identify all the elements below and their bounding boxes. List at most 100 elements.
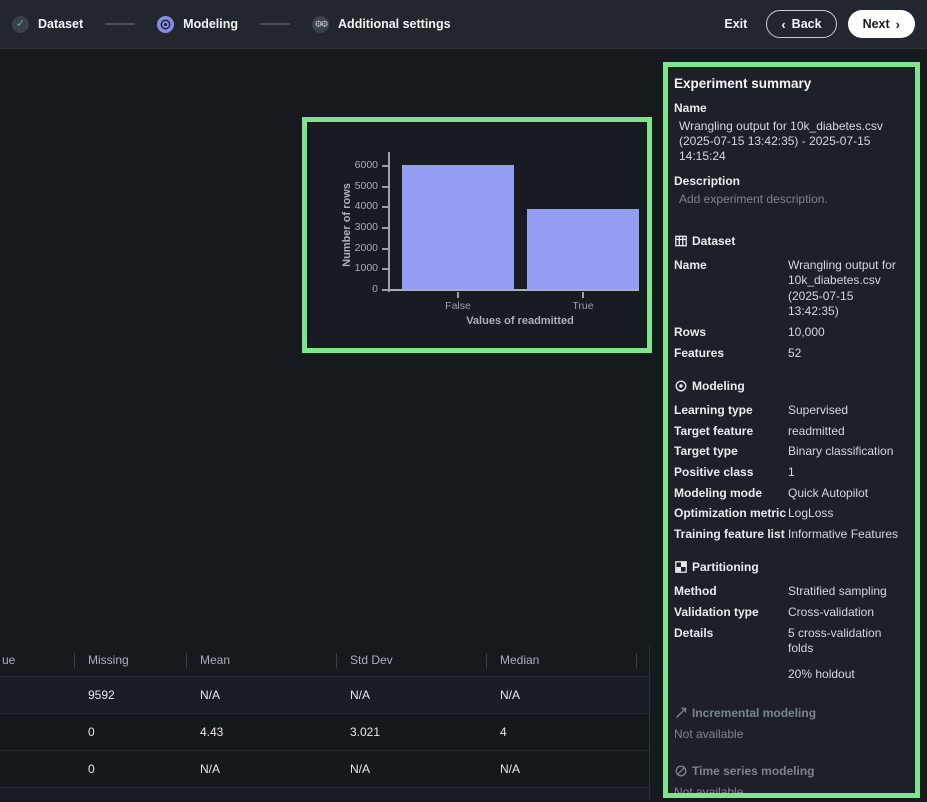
table-row-partial[interactable] xyxy=(0,788,649,801)
incremental-status: Not available xyxy=(674,727,907,741)
x-tick-mark xyxy=(457,292,459,298)
panel-title: Experiment summary xyxy=(674,76,907,91)
cell-mean: N/A xyxy=(187,762,337,776)
top-navigation-bar: ✓ Dataset Modeling ⚙⚙ Additiona xyxy=(0,0,927,49)
kv-row: Target typeBinary classification xyxy=(674,444,907,460)
kv-row: NameWrangling output for 10k_diabetes.cs… xyxy=(674,258,907,320)
description-label: Description xyxy=(674,174,907,188)
y-tick-label: 5000 xyxy=(330,180,378,192)
trend-line-icon xyxy=(674,707,687,720)
step-dataset[interactable]: ✓ Dataset xyxy=(12,16,83,33)
app-screen: ✓ Dataset Modeling ⚙⚙ Additiona xyxy=(0,0,927,802)
stepper-connector xyxy=(260,23,290,25)
y-tick-label: 3000 xyxy=(330,221,378,233)
kv-row: Validation typeCross-validation xyxy=(674,605,907,621)
stepper-connector xyxy=(105,23,135,25)
step-additional-settings-label: Additional settings xyxy=(338,17,451,31)
name-label: Name xyxy=(674,101,907,115)
step-additional-settings[interactable]: ⚙⚙ Additional settings xyxy=(312,16,451,33)
check-circle-icon: ✓ xyxy=(12,16,29,33)
time-series-section-title: Time series modeling xyxy=(692,764,815,778)
dataset-section-title: Dataset xyxy=(692,234,735,248)
table-row[interactable]: 0 N/A N/A N/A xyxy=(0,751,649,788)
column-header-filler xyxy=(637,644,650,676)
y-tick-mark xyxy=(382,248,388,250)
cell-missing: 9592 xyxy=(75,688,187,702)
cell-mean: N/A xyxy=(187,688,337,702)
cell-median: 4 xyxy=(487,725,637,739)
modeling-section: Modeling Learning typeSupervised Target … xyxy=(674,379,907,542)
partition-detail-line: 5 cross-validation folds xyxy=(788,626,907,657)
step-modeling-label: Modeling xyxy=(183,17,238,31)
kv-row: MethodStratified sampling xyxy=(674,584,907,600)
feature-statistics-table: ue Missing Mean Std Dev Median 9592 N/A … xyxy=(0,644,650,801)
column-header-truncated: ue xyxy=(0,644,75,676)
kv-row: Details 5 cross-validation folds 20% hol… xyxy=(674,626,907,683)
bar-true xyxy=(527,209,639,291)
cell-missing: 0 xyxy=(75,725,187,739)
cell-stddev: 3.021 xyxy=(337,725,487,739)
column-header-missing: Missing xyxy=(75,644,187,676)
next-button-label: Next xyxy=(863,17,890,31)
chevron-left-icon: ‹ xyxy=(781,18,785,31)
kv-row: Positive class1 xyxy=(674,465,907,481)
x-axis-line xyxy=(390,289,639,291)
column-header-mean: Mean xyxy=(187,644,337,676)
step-modeling[interactable]: Modeling xyxy=(157,16,238,33)
x-category-label: False xyxy=(445,300,471,312)
dataset-section: Dataset NameWrangling output for 10k_dia… xyxy=(674,234,907,362)
target-icon xyxy=(674,380,687,393)
wizard-stepper: ✓ Dataset Modeling ⚙⚙ Additiona xyxy=(12,16,451,33)
y-tick-label: 1000 xyxy=(330,262,378,274)
kv-row: Features52 xyxy=(674,346,907,362)
back-button[interactable]: ‹ Back xyxy=(766,10,836,38)
column-header-stddev: Std Dev xyxy=(337,644,487,676)
y-tick-mark xyxy=(382,186,388,188)
experiment-summary-panel: Experiment summary Name Wrangling output… xyxy=(663,62,920,798)
kv-row: Training feature listInformative Feature… xyxy=(674,527,907,543)
y-tick-label: 4000 xyxy=(330,200,378,212)
y-tick-mark xyxy=(382,165,388,167)
kv-row: Learning typeSupervised xyxy=(674,403,907,419)
exit-button[interactable]: Exit xyxy=(716,11,755,37)
back-button-label: Back xyxy=(792,17,822,31)
modeling-section-title: Modeling xyxy=(692,379,745,393)
kv-row: Optimization metricLogLoss xyxy=(674,506,907,522)
chart-plot: 0100020003000400050006000FalseTrue xyxy=(390,160,647,290)
kv-row: Target featurereadmitted xyxy=(674,424,907,440)
x-tick-mark xyxy=(582,292,584,298)
bar-chart: Number of rows 0100020003000400050006000… xyxy=(307,122,647,348)
table-row[interactable]: 9592 N/A N/A N/A xyxy=(0,677,649,714)
column-header-median: Median xyxy=(487,644,637,676)
target-icon xyxy=(157,16,174,33)
partition-detail-line: 20% holdout xyxy=(788,667,907,683)
experiment-name-value: Wrangling output for 10k_diabetes.csv (2… xyxy=(674,119,912,165)
step-dataset-label: Dataset xyxy=(38,17,83,31)
y-tick-mark xyxy=(382,268,388,270)
y-tick-mark xyxy=(382,206,388,208)
y-axis-line xyxy=(388,152,390,292)
y-tick-mark xyxy=(382,289,388,291)
circle-slash-icon xyxy=(674,765,687,778)
cell-stddev: N/A xyxy=(337,688,487,702)
partition-square-icon xyxy=(674,561,687,574)
time-series-section: Time series modeling Not available xyxy=(674,764,907,798)
y-tick-label: 2000 xyxy=(330,242,378,254)
kv-row: Modeling modeQuick Autopilot xyxy=(674,486,907,502)
kv-row: Rows10,000 xyxy=(674,325,907,341)
bar-false xyxy=(402,165,514,290)
target-feature-chart-highlight: Number of rows 0100020003000400050006000… xyxy=(302,117,652,353)
table-grid-icon xyxy=(674,234,687,247)
y-tick-label: 0 xyxy=(330,283,378,295)
chevron-right-icon: › xyxy=(896,18,900,31)
cell-missing: 0 xyxy=(75,762,187,776)
table-row[interactable]: 0 4.43 3.021 4 xyxy=(0,714,649,751)
cell-mean: 4.43 xyxy=(187,725,337,739)
chart-x-axis-label: Values of readmitted xyxy=(466,315,574,327)
cell-median: N/A xyxy=(487,762,637,776)
cell-median: N/A xyxy=(487,688,637,702)
description-input[interactable]: Add experiment description. xyxy=(674,192,907,206)
next-button[interactable]: Next › xyxy=(848,10,915,38)
y-tick-label: 6000 xyxy=(330,159,378,171)
incremental-modeling-section: Incremental modeling Not available xyxy=(674,706,907,741)
